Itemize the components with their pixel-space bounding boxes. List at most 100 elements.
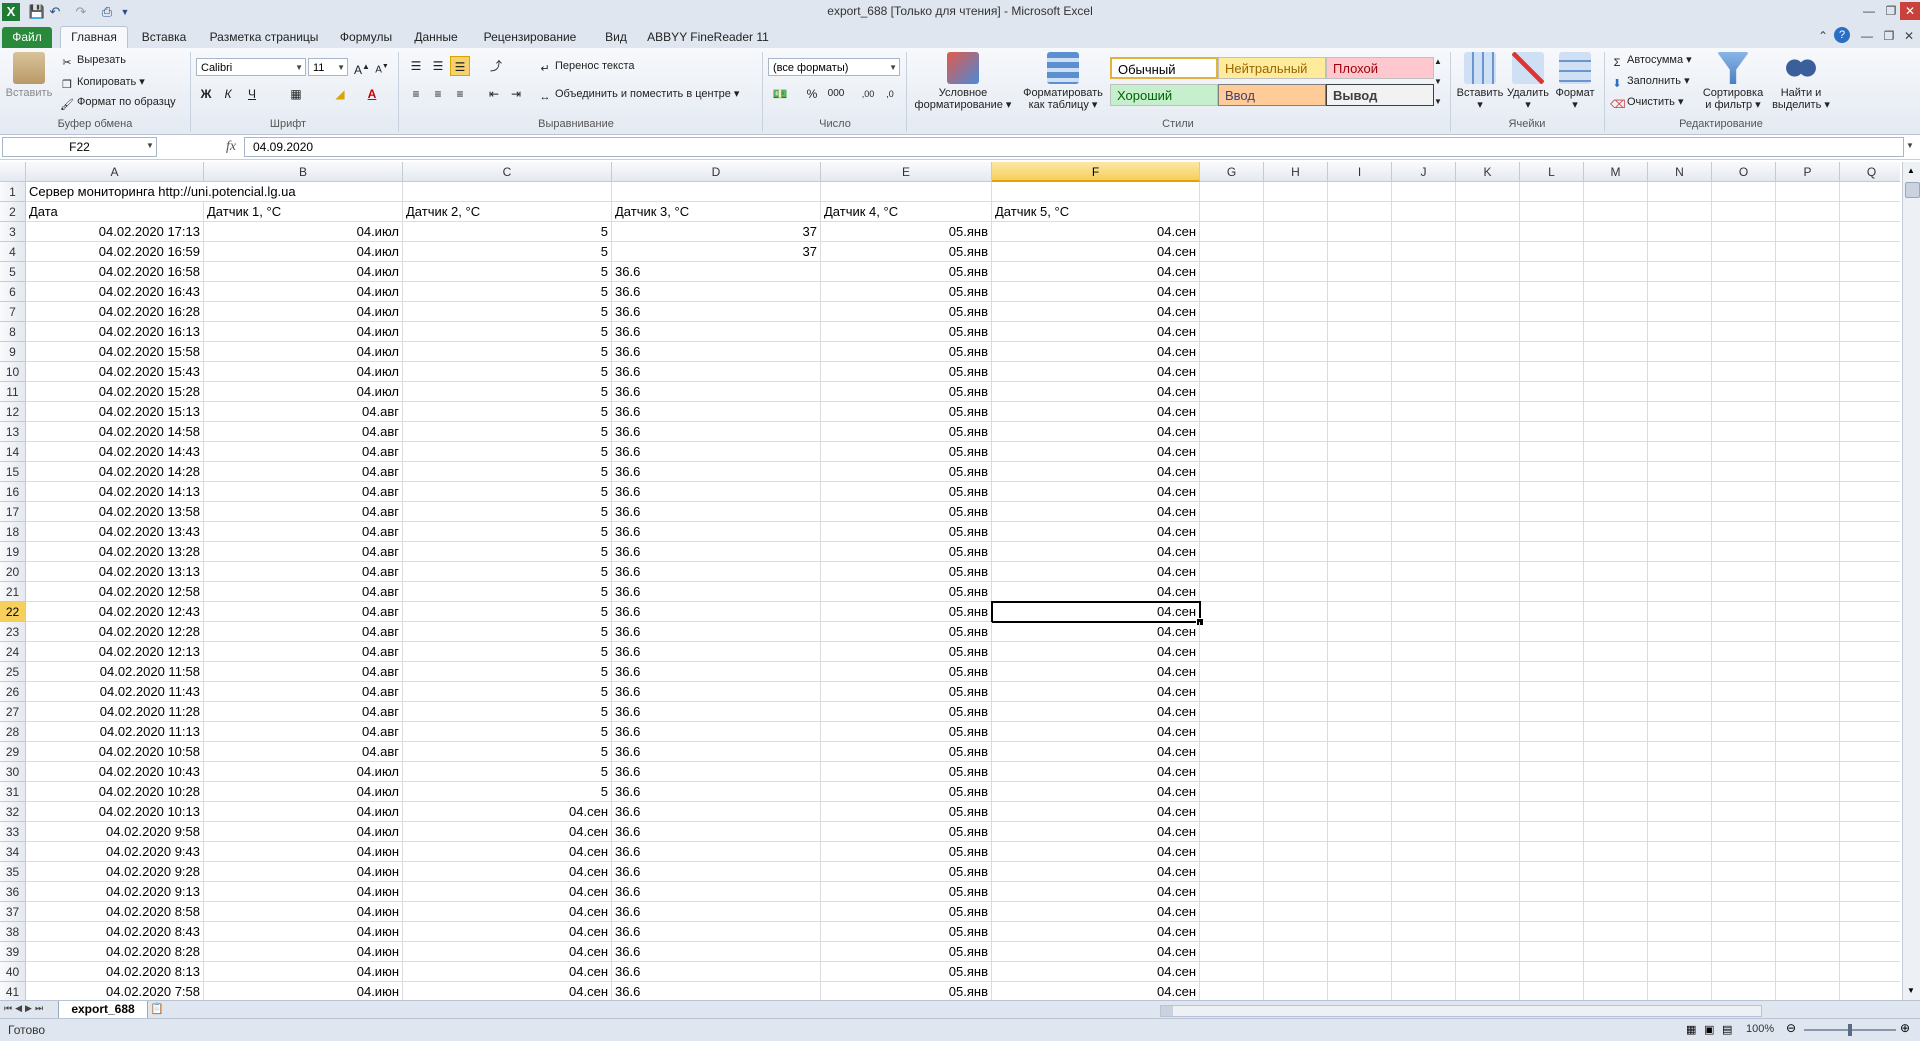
expand-formula-bar-icon[interactable]: ▼ bbox=[1906, 141, 1914, 150]
cell-m34[interactable] bbox=[1584, 842, 1648, 862]
style-output[interactable]: Вывод bbox=[1326, 84, 1434, 106]
cell-b3[interactable]: 04.июл bbox=[204, 222, 403, 242]
cell-o3[interactable] bbox=[1712, 222, 1776, 242]
cell-f25[interactable]: 04.сен bbox=[992, 662, 1200, 682]
cell-q22[interactable] bbox=[1840, 602, 1900, 622]
cell-h38[interactable] bbox=[1264, 922, 1328, 942]
cell-g15[interactable] bbox=[1200, 462, 1264, 482]
cell-h16[interactable] bbox=[1264, 482, 1328, 502]
cell-c10[interactable]: 5 bbox=[403, 362, 612, 382]
page-layout-view-icon[interactable]: ▣ bbox=[1704, 1023, 1714, 1036]
cell-l6[interactable] bbox=[1520, 282, 1584, 302]
cell-c7[interactable]: 5 bbox=[403, 302, 612, 322]
cell-m19[interactable] bbox=[1584, 542, 1648, 562]
cell-f8[interactable]: 04.сен bbox=[992, 322, 1200, 342]
cell-f1[interactable] bbox=[992, 182, 1200, 202]
cell-d11[interactable]: 36.6 bbox=[612, 382, 821, 402]
cell-k18[interactable] bbox=[1456, 522, 1520, 542]
cell-g6[interactable] bbox=[1200, 282, 1264, 302]
cell-g16[interactable] bbox=[1200, 482, 1264, 502]
cell-k11[interactable] bbox=[1456, 382, 1520, 402]
cell-p26[interactable] bbox=[1776, 682, 1840, 702]
format-cells-button[interactable]: Формат ▾ bbox=[1552, 52, 1598, 111]
cell-g40[interactable] bbox=[1200, 962, 1264, 982]
cell-d6[interactable]: 36.6 bbox=[612, 282, 821, 302]
cell-n41[interactable] bbox=[1648, 982, 1712, 1000]
cell-h7[interactable] bbox=[1264, 302, 1328, 322]
cell-b24[interactable]: 04.авг bbox=[204, 642, 403, 662]
cell-i40[interactable] bbox=[1328, 962, 1392, 982]
cell-c25[interactable]: 5 bbox=[403, 662, 612, 682]
row-header[interactable]: 11 bbox=[0, 382, 26, 402]
column-header-a[interactable]: A bbox=[26, 162, 204, 182]
cell-q28[interactable] bbox=[1840, 722, 1900, 742]
orientation-icon[interactable]: ⤴ bbox=[486, 56, 506, 76]
row-header[interactable]: 3 bbox=[0, 222, 26, 242]
cell-h20[interactable] bbox=[1264, 562, 1328, 582]
cell-f41[interactable]: 04.сен bbox=[992, 982, 1200, 1000]
cell-c4[interactable]: 5 bbox=[403, 242, 612, 262]
cell-a33[interactable]: 04.02.2020 9:58 bbox=[26, 822, 204, 842]
cell-b18[interactable]: 04.авг bbox=[204, 522, 403, 542]
cell-p5[interactable] bbox=[1776, 262, 1840, 282]
cell-j34[interactable] bbox=[1392, 842, 1456, 862]
cell-e33[interactable]: 05.янв bbox=[821, 822, 992, 842]
cell-l4[interactable] bbox=[1520, 242, 1584, 262]
cell-h41[interactable] bbox=[1264, 982, 1328, 1000]
cell-h3[interactable] bbox=[1264, 222, 1328, 242]
cell-i9[interactable] bbox=[1328, 342, 1392, 362]
cell-a36[interactable]: 04.02.2020 9:13 bbox=[26, 882, 204, 902]
cell-p17[interactable] bbox=[1776, 502, 1840, 522]
cell-d23[interactable]: 36.6 bbox=[612, 622, 821, 642]
cell-g34[interactable] bbox=[1200, 842, 1264, 862]
cell-a17[interactable]: 04.02.2020 13:58 bbox=[26, 502, 204, 522]
column-header-o[interactable]: O bbox=[1712, 162, 1776, 182]
cell-d36[interactable]: 36.6 bbox=[612, 882, 821, 902]
cell-c38[interactable]: 04.сен bbox=[403, 922, 612, 942]
cell-i36[interactable] bbox=[1328, 882, 1392, 902]
cell-l10[interactable] bbox=[1520, 362, 1584, 382]
cell-q12[interactable] bbox=[1840, 402, 1900, 422]
cell-o19[interactable] bbox=[1712, 542, 1776, 562]
cell-l22[interactable] bbox=[1520, 602, 1584, 622]
row-header[interactable]: 21 bbox=[0, 582, 26, 602]
cell-l1[interactable] bbox=[1520, 182, 1584, 202]
cell-a26[interactable]: 04.02.2020 11:43 bbox=[26, 682, 204, 702]
cell-f32[interactable]: 04.сен bbox=[992, 802, 1200, 822]
cell-f35[interactable]: 04.сен bbox=[992, 862, 1200, 882]
cell-q39[interactable] bbox=[1840, 942, 1900, 962]
cell-o25[interactable] bbox=[1712, 662, 1776, 682]
cell-l35[interactable] bbox=[1520, 862, 1584, 882]
cell-j8[interactable] bbox=[1392, 322, 1456, 342]
cell-m28[interactable] bbox=[1584, 722, 1648, 742]
cell-i6[interactable] bbox=[1328, 282, 1392, 302]
cell-k41[interactable] bbox=[1456, 982, 1520, 1000]
cell-k1[interactable] bbox=[1456, 182, 1520, 202]
cell-j30[interactable] bbox=[1392, 762, 1456, 782]
cell-l12[interactable] bbox=[1520, 402, 1584, 422]
cell-n23[interactable] bbox=[1648, 622, 1712, 642]
cell-n30[interactable] bbox=[1648, 762, 1712, 782]
cell-j41[interactable] bbox=[1392, 982, 1456, 1000]
cell-g12[interactable] bbox=[1200, 402, 1264, 422]
cell-b7[interactable]: 04.июл bbox=[204, 302, 403, 322]
cell-m25[interactable] bbox=[1584, 662, 1648, 682]
cell-p12[interactable] bbox=[1776, 402, 1840, 422]
cell-f13[interactable]: 04.сен bbox=[992, 422, 1200, 442]
cell-h35[interactable] bbox=[1264, 862, 1328, 882]
cell-p18[interactable] bbox=[1776, 522, 1840, 542]
cell-h5[interactable] bbox=[1264, 262, 1328, 282]
cell-g27[interactable] bbox=[1200, 702, 1264, 722]
cell-p34[interactable] bbox=[1776, 842, 1840, 862]
cell-a29[interactable]: 04.02.2020 10:58 bbox=[26, 742, 204, 762]
cell-q8[interactable] bbox=[1840, 322, 1900, 342]
cell-m2[interactable] bbox=[1584, 202, 1648, 222]
cell-d10[interactable]: 36.6 bbox=[612, 362, 821, 382]
thousands-icon[interactable]: 000 bbox=[826, 84, 846, 104]
styles-more-icon[interactable]: ▼ bbox=[1428, 92, 1448, 112]
cell-k34[interactable] bbox=[1456, 842, 1520, 862]
cell-h33[interactable] bbox=[1264, 822, 1328, 842]
cell-a34[interactable]: 04.02.2020 9:43 bbox=[26, 842, 204, 862]
cell-d7[interactable]: 36.6 bbox=[612, 302, 821, 322]
cell-o27[interactable] bbox=[1712, 702, 1776, 722]
